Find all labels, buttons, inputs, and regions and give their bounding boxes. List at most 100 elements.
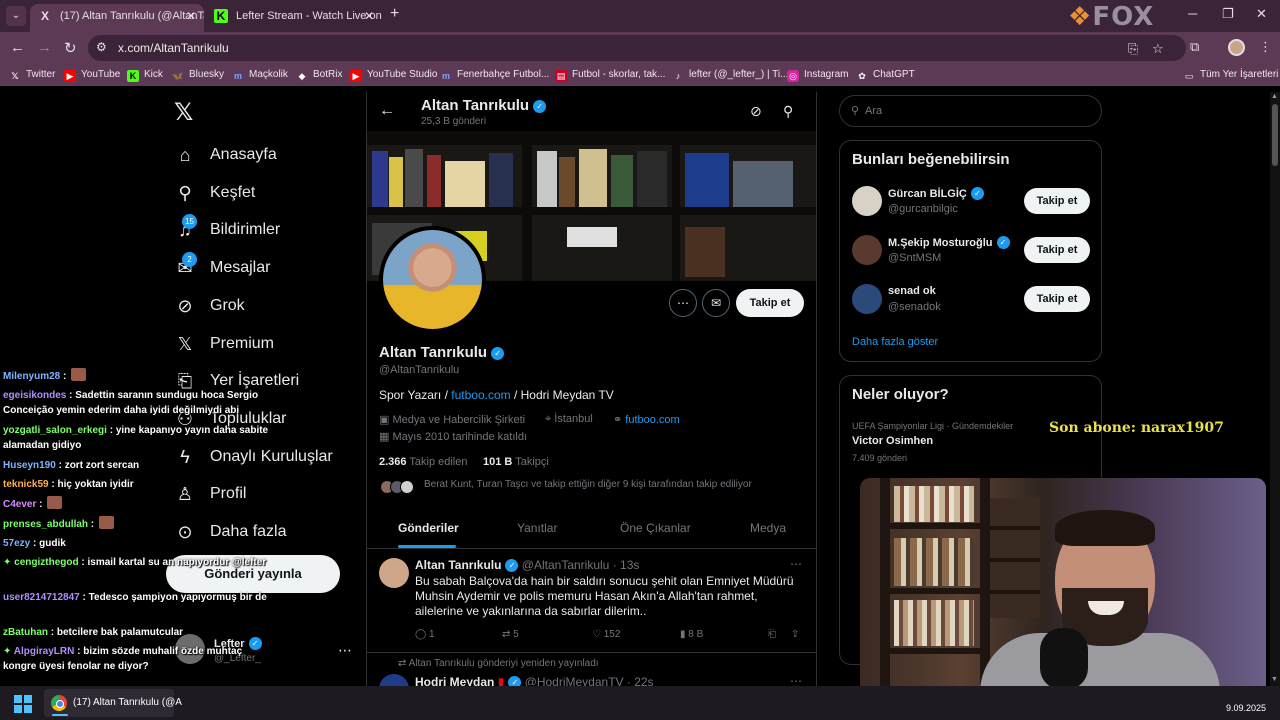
message-icon[interactable]: ✉ [702, 289, 730, 317]
bookmark-mackolik[interactable]: m Maçkolik [232, 69, 288, 82]
bookmark-kick[interactable]: K Kick [127, 69, 163, 82]
browser-tab-kick[interactable]: K Lefter Stream - Watch Live on K ✕ [206, 4, 382, 32]
tweet-avatar[interactable] [379, 558, 409, 588]
profile-avatar[interactable] [1228, 39, 1245, 56]
emote-icon [71, 368, 87, 381]
views-button[interactable]: ▮ 8 B [680, 629, 703, 640]
scrollbar-thumb[interactable] [1272, 104, 1278, 166]
account-more-icon[interactable]: ⋯ [338, 642, 352, 659]
search-input[interactable]: ⚲ Ara [839, 95, 1102, 127]
notifications-badge: 15 [182, 214, 197, 229]
bookmark-instagram[interactable]: ◎ Instagram [787, 69, 848, 82]
bookmark-bluesky[interactable]: 🦋 Bluesky [172, 69, 224, 82]
browser-menu-icon[interactable]: ⋮ [1259, 39, 1272, 55]
x-logo-icon[interactable]: 𝕏 [174, 98, 193, 127]
verified-badge-icon: ✓ [505, 559, 519, 572]
close-tab-icon[interactable]: ✕ [186, 4, 196, 28]
page-scrollbar[interactable] [1270, 92, 1280, 686]
show-more-link[interactable]: Daha fazla göster [852, 336, 938, 348]
more-options-icon[interactable]: ⋯ [669, 289, 697, 317]
chat-message: ✦ cengizthegod : ismail kartal su an nap… [3, 557, 267, 568]
browser-tab-x[interactable]: X (17) Altan Tanrıkulu (@AltanTar ✕ [30, 4, 204, 32]
window-close-icon[interactable]: ✕ [1256, 6, 1267, 22]
location-pin-icon: ⌖ [545, 413, 552, 425]
following-stat[interactable]: 2.366 Takip edilen [379, 456, 467, 468]
bookmark-icon: ⎗ [768, 629, 776, 640]
bookmark-tiktok[interactable]: ♪ lefter (@_lefter_) | Ti... [672, 69, 789, 82]
tweet-more-icon[interactable]: ⋯ [790, 557, 802, 571]
chat-message: zBatuhan : betcilere bak palamutcular [3, 627, 184, 638]
chat-message: C4ever : [3, 496, 273, 512]
suggestion-avatar[interactable] [852, 186, 882, 216]
maximize-icon[interactable]: ❐ [1222, 6, 1234, 22]
taskbar-chrome-app[interactable]: (17) Altan Tanrıkulu (@A [44, 689, 182, 717]
bookmark-botrix[interactable]: ◆ BotRix [296, 69, 343, 82]
bookmark-flashscore[interactable]: ▤ Futbol - skorlar, tak... [555, 69, 665, 82]
bookmark-twitter[interactable]: 𝕏 Twitter [9, 69, 55, 82]
reply-button[interactable]: ◯ 1 [415, 629, 435, 640]
profile-bio: Spor Yazarı / futboo.com / Hodri Meydan … [379, 388, 614, 402]
tab-posts[interactable]: Gönderiler [398, 521, 459, 535]
microphone-icon [1040, 628, 1088, 690]
suggestion-name: Gürcan BİLGİÇ ✓ [888, 187, 984, 200]
follow-suggestion-button[interactable]: Takip et [1024, 286, 1090, 312]
chat-message: user8214712847 : Tedesco şampiyon yapıyo… [3, 592, 267, 603]
trend-title[interactable]: Victor Osimhen [852, 435, 933, 447]
folder-icon: ▭ [1184, 71, 1194, 81]
bio-link[interactable]: futboo.com [451, 388, 510, 402]
profile-avatar-large[interactable] [379, 226, 486, 333]
close-tab-icon[interactable]: ✕ [364, 4, 374, 28]
bookmark-button[interactable]: ⎗ [768, 629, 776, 640]
follow-button[interactable]: Takip et [736, 289, 804, 317]
back-icon[interactable]: ← [10, 39, 25, 56]
profile-website[interactable]: ⚭ futboo.com [613, 413, 680, 426]
verified-badge-icon: ✓ [996, 236, 1010, 249]
new-tab-icon[interactable]: + [390, 5, 399, 23]
bookmark-fenerbahce[interactable]: m Fenerbahçe Futbol... [440, 69, 549, 82]
chat-badge-icon: ✦ [3, 557, 15, 568]
site-info-icon[interactable]: ⚙ [96, 40, 107, 54]
minimize-icon[interactable]: ─ [1188, 6, 1197, 21]
tab-highlights[interactable]: Öne Çıkanlar [620, 521, 691, 535]
follow-suggestion-button[interactable]: Takip et [1024, 188, 1090, 214]
suggestion-avatar[interactable] [852, 235, 882, 265]
follow-suggestion-button[interactable]: Takip et [1024, 237, 1090, 263]
followed-by-text[interactable]: Berat Kunt, Turan Taşcı ve takip ettiğin… [424, 479, 752, 490]
scroll-down-icon[interactable]: ▼ [1271, 676, 1278, 683]
address-bar[interactable]: ⚙ x.com/AltanTanrikulu ⎘ ☆ [88, 35, 1186, 61]
messages-badge: 2 [182, 252, 197, 267]
follower-avatar [400, 480, 414, 494]
back-arrow-icon[interactable]: ← [379, 102, 395, 120]
chat-message: Milenyum28 : [3, 368, 273, 384]
windows-start-icon[interactable] [14, 695, 32, 713]
suggestion-avatar[interactable] [852, 284, 882, 314]
grok-analyze-icon[interactable]: ⊘ [750, 103, 762, 120]
forward-icon[interactable]: → [37, 39, 52, 56]
like-button[interactable]: ♡ 152 [592, 629, 620, 640]
scroll-up-icon[interactable]: ▲ [1271, 93, 1278, 100]
share-button[interactable]: ⇪ [791, 629, 799, 640]
briefcase-icon: ▣ [379, 414, 390, 426]
tab-replies[interactable]: Yanıtlar [517, 521, 557, 535]
tabs-divider [367, 548, 816, 549]
mackolik-icon: m [441, 71, 450, 81]
bookmark-chatgpt[interactable]: ✿ ChatGPT [856, 69, 914, 82]
reload-icon[interactable]: ↻ [64, 39, 77, 57]
taskbar-date[interactable]: 9.09.2025 [1226, 703, 1266, 713]
bookmark-youtube[interactable]: ▶ YouTube [64, 69, 120, 82]
search-icon: ⚲ [178, 183, 192, 203]
bookmark-star-icon[interactable]: ☆ [1152, 41, 1164, 57]
install-app-icon[interactable]: ⎘ [1128, 41, 1138, 57]
botrix-icon: ◆ [298, 71, 306, 81]
home-icon: ⌂ [179, 145, 191, 165]
all-bookmarks-folder[interactable]: ▭ Tüm Yer İşaretleri [1183, 69, 1279, 82]
tab-search-button[interactable]: ⌄ [6, 6, 26, 26]
tab-media[interactable]: Medya [750, 521, 786, 535]
kick-favicon-icon: K [214, 9, 228, 23]
trend-category: UEFA Şampiyonlar Ligi · Gündemdekiler [852, 421, 1014, 431]
profile-search-icon[interactable]: ⚲ [783, 103, 793, 120]
extensions-icon[interactable]: ⧉ [1190, 39, 1199, 55]
followers-stat[interactable]: 101 B Takipçi [483, 456, 549, 468]
repost-button[interactable]: ⇄ 5 [502, 629, 519, 640]
bookmark-youtube-studio[interactable]: ▶ YouTube Studio [350, 69, 437, 82]
